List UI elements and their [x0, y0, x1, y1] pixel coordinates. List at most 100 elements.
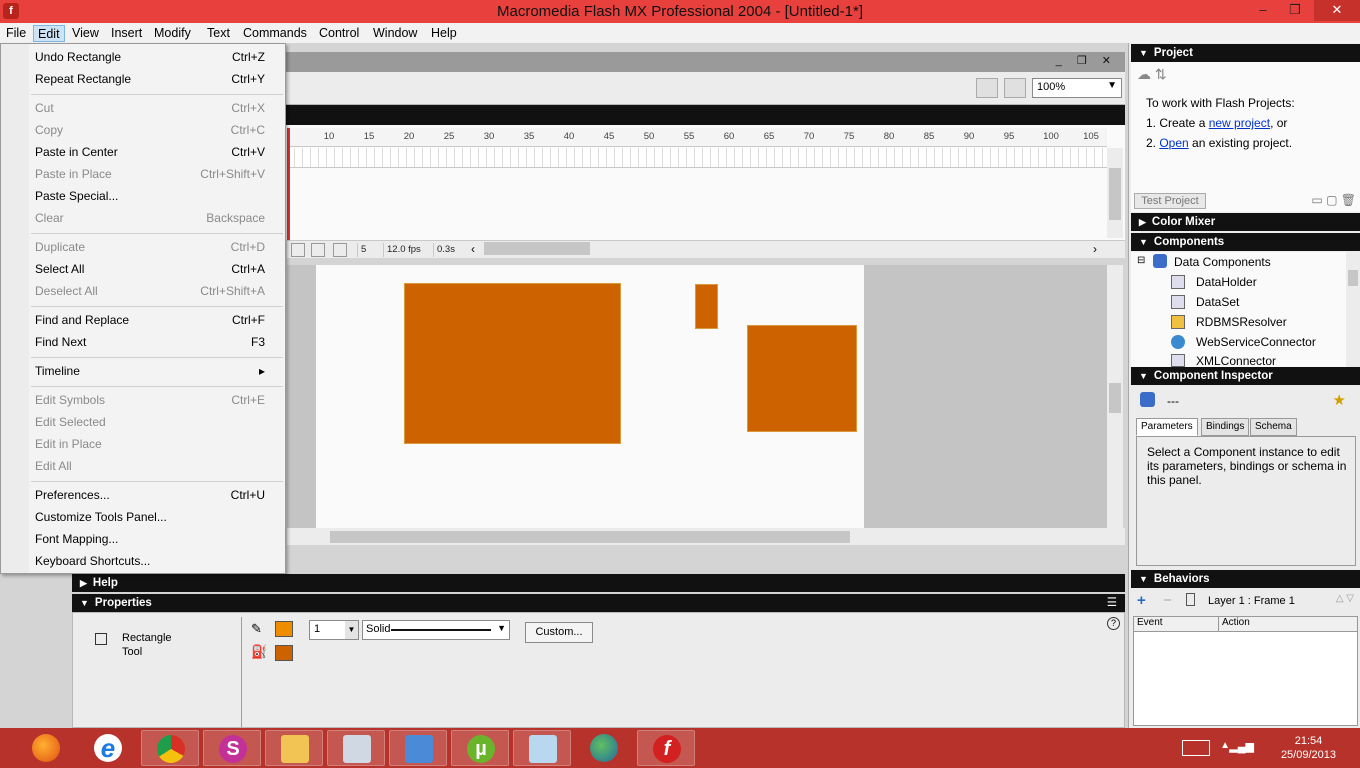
stroke-color-swatch[interactable] — [275, 621, 293, 637]
tab-bindings[interactable]: Bindings — [1201, 418, 1250, 436]
custom-stroke-button[interactable]: Custom... — [525, 622, 593, 643]
menu-commands[interactable]: Commands — [239, 25, 311, 42]
stage-horizontal-scroll-thumb[interactable] — [330, 531, 850, 543]
menu-item-find-and-replace[interactable]: Find and Replace Ctrl+F — [35, 311, 271, 329]
close-button[interactable]: ✕ — [1314, 0, 1360, 21]
timeline-vertical-scrollbar[interactable] — [1107, 148, 1123, 238]
menu-item-paste-in-place[interactable]: Paste in Place Ctrl+Shift+V — [35, 165, 271, 183]
menu-edit[interactable]: Edit — [33, 25, 65, 42]
menu-item-clear[interactable]: Clear Backspace — [35, 209, 271, 227]
menu-item-find-next[interactable]: Find Next F3 — [35, 333, 271, 351]
menu-file[interactable]: File — [2, 25, 30, 42]
menu-item-copy[interactable]: Copy Ctrl+C — [35, 121, 271, 139]
remove-behavior-icon[interactable]: − — [1163, 592, 1172, 609]
column-action[interactable]: Action — [1219, 617, 1357, 632]
menu-item-select-all[interactable]: Select All Ctrl+A — [35, 260, 271, 278]
document-window-controls[interactable]: _ ❐ ✕ — [1056, 54, 1117, 67]
restore-button[interactable]: ❐ — [1280, 0, 1310, 21]
tab-parameters[interactable]: Parameters — [1136, 418, 1198, 436]
reorder-arrows-icon[interactable]: △ ▽ — [1336, 593, 1354, 604]
component-item[interactable]: XMLConnector — [1196, 354, 1276, 367]
menu-item-edit-all[interactable]: Edit All — [35, 457, 271, 475]
column-event[interactable]: Event — [1134, 617, 1219, 632]
globe-arrow-icon[interactable] — [575, 730, 633, 766]
timeline-horizontal-scroll-thumb[interactable] — [484, 242, 590, 255]
onion-skin-icon[interactable] — [291, 243, 305, 257]
menu-help[interactable]: Help — [427, 25, 461, 42]
playhead[interactable] — [287, 128, 290, 240]
menu-window[interactable]: Window — [369, 25, 421, 42]
scroll-thumb[interactable] — [1109, 383, 1121, 413]
menu-item-deselect-all[interactable]: Deselect All Ctrl+Shift+A — [35, 282, 271, 300]
component-item[interactable]: RDBMSResolver — [1196, 315, 1287, 329]
component-item[interactable]: DataHolder — [1196, 275, 1257, 289]
stroke-height-input[interactable]: 1 ▼ — [309, 620, 359, 640]
chevron-down-icon[interactable]: ▼ — [345, 621, 358, 639]
component-item[interactable]: WebServiceConnector — [1196, 335, 1316, 349]
stroke-style-select[interactable]: Solid ▼ — [362, 620, 510, 640]
tree-collapse-icon[interactable]: ⊟ — [1137, 255, 1145, 266]
star-icon[interactable]: ★ — [1333, 391, 1346, 409]
components-scrollbar[interactable] — [1346, 252, 1360, 367]
stage-vertical-scrollbar[interactable] — [1107, 265, 1123, 528]
flash-icon[interactable]: f — [637, 730, 695, 766]
rectangle-small[interactable] — [695, 284, 718, 329]
component-inspector-header[interactable]: ▼ Component Inspector — [1131, 367, 1360, 385]
scroll-thumb[interactable] — [1109, 168, 1121, 220]
clock[interactable]: 21:54 25/09/2013 — [1281, 734, 1336, 762]
onion-outline-icon[interactable] — [311, 243, 325, 257]
internet-explorer-icon[interactable]: e — [79, 730, 137, 766]
stage[interactable] — [316, 265, 864, 528]
menu-insert[interactable]: Insert — [107, 25, 146, 42]
add-behavior-icon[interactable]: + — [1137, 592, 1146, 609]
menu-item-undo-rectangle[interactable]: Undo Rectangle Ctrl+Z — [35, 48, 271, 66]
layer-frames-row[interactable] — [287, 148, 1107, 168]
open-project-link[interactable]: Open — [1159, 136, 1188, 150]
tab-schema[interactable]: Schema — [1250, 418, 1297, 436]
menu-item-repeat-rectangle[interactable]: Repeat Rectangle Ctrl+Y — [35, 70, 271, 88]
menu-text[interactable]: Text — [203, 25, 234, 42]
network-icon[interactable]: ▂▄▆ — [1229, 740, 1254, 753]
help-icon[interactable]: ? — [1107, 617, 1120, 630]
project-panel-header[interactable]: ▼ Project — [1131, 44, 1360, 62]
file-explorer-icon[interactable] — [265, 730, 323, 766]
rectangle-medium[interactable] — [747, 325, 857, 432]
menu-item-timeline[interactable]: Timeline ▸ — [35, 362, 271, 380]
help-panel-header[interactable]: ▶ Help — [72, 574, 1125, 592]
menu-view[interactable]: View — [68, 25, 103, 42]
scroll-left-icon[interactable]: ‹ — [471, 242, 475, 256]
properties-panel-header[interactable]: ▼ Properties ☰ — [72, 594, 1125, 612]
menu-item-paste-special[interactable]: Paste Special... — [35, 187, 271, 205]
chrome-icon[interactable] — [141, 730, 199, 766]
rectangle-large[interactable] — [404, 283, 621, 444]
new-project-link[interactable]: new project — [1209, 116, 1270, 130]
firefox-icon[interactable] — [17, 730, 75, 766]
panel-options-icon[interactable]: ☰ — [1107, 594, 1117, 612]
scroll-thumb[interactable] — [1348, 270, 1358, 286]
edit-multiple-frames-icon[interactable] — [333, 243, 347, 257]
menu-control[interactable]: Control — [315, 25, 363, 42]
menu-item-customize-tools-panel[interactable]: Customize Tools Panel... — [35, 508, 271, 526]
color-mixer-panel-header[interactable]: ▶ Color Mixer — [1131, 213, 1360, 231]
menu-item-edit-selected[interactable]: Edit Selected — [35, 413, 271, 431]
component-item[interactable]: DataSet — [1196, 295, 1239, 309]
menu-item-paste-in-center[interactable]: Paste in Center Ctrl+V — [35, 143, 271, 161]
test-project-button[interactable]: Test Project — [1134, 193, 1206, 209]
menu-item-cut[interactable]: Cut Ctrl+X — [35, 99, 271, 117]
fill-color-swatch[interactable] — [275, 645, 293, 661]
behaviors-panel-header[interactable]: ▼ Behaviors — [1131, 570, 1360, 588]
edit-scene-icon[interactable] — [976, 78, 998, 98]
components-panel-header[interactable]: ▼ Components — [1131, 233, 1360, 251]
scroll-right-icon[interactable]: › — [1093, 242, 1097, 256]
menu-item-duplicate[interactable]: Duplicate Ctrl+D — [35, 238, 271, 256]
app-s-icon[interactable]: S — [203, 730, 261, 766]
control-panel-icon[interactable] — [389, 730, 447, 766]
project-file-icons[interactable]: ▭ ▢ 🗑 — [1311, 193, 1356, 207]
menu-item-edit-symbols[interactable]: Edit Symbols Ctrl+E — [35, 391, 271, 409]
zoom-select[interactable]: 100% ▼ — [1032, 78, 1122, 98]
project-toolbar-icons[interactable]: ☁ ⇅ — [1137, 66, 1167, 83]
edit-symbols-icon[interactable] — [1004, 78, 1026, 98]
menu-item-preferences[interactable]: Preferences... Ctrl+U — [35, 486, 271, 504]
notes-icon[interactable] — [513, 730, 571, 766]
keyboard-icon[interactable] — [1182, 740, 1210, 756]
